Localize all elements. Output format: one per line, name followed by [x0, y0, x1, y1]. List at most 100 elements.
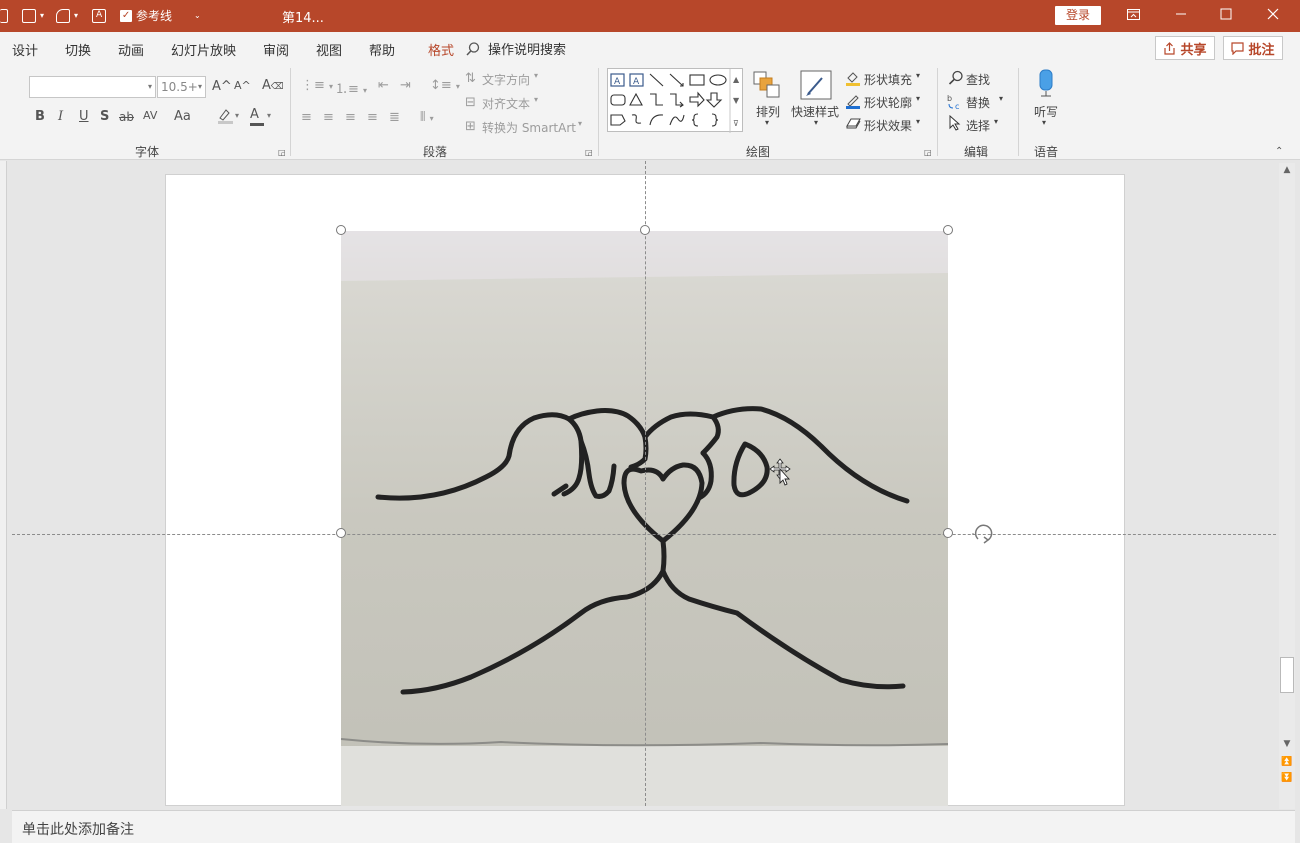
- dialog-launcher-icon[interactable]: ◲: [924, 148, 932, 157]
- shape-effects-button[interactable]: 形状效果: [864, 117, 912, 134]
- tell-me-search[interactable]: 操作说明搜索: [466, 39, 566, 58]
- align-icon[interactable]: [22, 8, 36, 23]
- line-spacing-icon[interactable]: ↕≡ ▾: [430, 78, 460, 93]
- convert-smartart-button[interactable]: 转换为 SmartArt: [482, 119, 576, 136]
- text-shadow-button[interactable]: S: [100, 109, 109, 124]
- scrollbar-thumb[interactable]: [1280, 657, 1294, 693]
- resize-handle-top-left[interactable]: [336, 225, 346, 235]
- microphone-icon[interactable]: [1036, 69, 1056, 102]
- shapes-icon: A A ▲ ▼ ⊽: [610, 69, 740, 133]
- arrange-icon[interactable]: [752, 70, 782, 103]
- chevron-down-icon: ▾: [534, 95, 539, 104]
- select-button[interactable]: 选择: [966, 117, 990, 134]
- tab-help[interactable]: 帮助: [369, 40, 395, 59]
- chevron-down-icon: ▾: [994, 117, 999, 126]
- dialog-launcher-icon[interactable]: ◲: [278, 148, 286, 157]
- chevron-down-icon: ▾: [197, 82, 202, 91]
- smartart-icon: ⊞: [465, 119, 476, 134]
- resize-handle-left[interactable]: [336, 528, 346, 538]
- font-color-icon[interactable]: A ▾: [250, 107, 271, 126]
- login-button[interactable]: 登录: [1055, 6, 1101, 25]
- align-text-button[interactable]: 对齐文本: [482, 95, 530, 112]
- font-size-combobox[interactable]: 10.5+ ▾: [157, 76, 206, 98]
- justify-icon[interactable]: ≡: [367, 110, 378, 125]
- replace-button[interactable]: 替换: [966, 94, 990, 111]
- slide-layout-icon[interactable]: [0, 8, 8, 23]
- chevron-down-icon[interactable]: ▾: [74, 11, 78, 20]
- move-cursor-icon: [769, 458, 791, 486]
- italic-button[interactable]: I: [58, 109, 63, 124]
- resize-handle-top[interactable]: [640, 225, 650, 235]
- shapes-gallery[interactable]: A A ▲ ▼ ⊽: [607, 68, 743, 133]
- tab-view[interactable]: 视图: [316, 40, 342, 59]
- guides-label: 参考线: [136, 9, 173, 23]
- numbering-icon[interactable]: ⒈≡ ▾: [335, 78, 367, 97]
- text-box-icon[interactable]: A: [92, 8, 107, 23]
- strikethrough-button[interactable]: ab: [119, 110, 134, 124]
- bullets-icon[interactable]: ⋮≡ ▾: [301, 78, 333, 93]
- tab-format[interactable]: 格式: [428, 40, 454, 59]
- font-name-combobox[interactable]: ▾: [29, 76, 156, 98]
- align-left-icon[interactable]: ≡: [301, 110, 312, 125]
- guides-checkbox[interactable]: ✓: [120, 9, 133, 22]
- font-color-glyph: A: [250, 107, 259, 122]
- text-direction-button[interactable]: 文字方向: [482, 71, 530, 88]
- comments-button[interactable]: 批注: [1223, 36, 1283, 60]
- quick-styles-icon[interactable]: [800, 70, 832, 103]
- share-label: 共享: [1180, 42, 1207, 58]
- change-case-button[interactable]: Aa: [174, 109, 191, 124]
- highlight-color-icon[interactable]: ▾: [217, 108, 241, 128]
- scroll-up-icon[interactable]: ▲: [1279, 165, 1295, 175]
- notes-pane[interactable]: 单击此处添加备注: [12, 810, 1295, 843]
- vertical-scrollbar[interactable]: ▲ ▼ ⏫ ⏬: [1279, 163, 1295, 809]
- collapse-ribbon-icon[interactable]: ⌃: [1275, 146, 1283, 157]
- clear-formatting-icon[interactable]: A⌫: [262, 78, 284, 93]
- svg-text:▼: ▼: [733, 96, 740, 105]
- resize-handle-right[interactable]: [943, 528, 953, 538]
- underline-button[interactable]: U: [79, 109, 89, 124]
- shrink-font-icon[interactable]: A^: [234, 79, 251, 92]
- decrease-indent-icon[interactable]: ⇤: [378, 78, 389, 93]
- maximize-icon[interactable]: [1203, 0, 1249, 32]
- find-icon: [948, 70, 964, 90]
- svg-text:c: c: [955, 102, 959, 111]
- ribbon-display-options-icon[interactable]: [1110, 0, 1156, 32]
- columns-icon[interactable]: ⫴ ▾: [420, 110, 434, 125]
- character-spacing-button[interactable]: AV: [143, 109, 157, 122]
- share-button[interactable]: 共享: [1155, 36, 1215, 60]
- scroll-down-icon[interactable]: ▼: [1279, 739, 1295, 749]
- chevron-down-icon: ▾: [147, 82, 152, 91]
- shape-edit-icon[interactable]: [56, 8, 71, 23]
- shape-fill-button[interactable]: 形状填充: [864, 71, 912, 88]
- thumbnail-pane-edge[interactable]: [0, 161, 7, 809]
- align-right-icon[interactable]: ≡: [345, 110, 356, 125]
- bold-button[interactable]: B: [35, 109, 45, 124]
- tab-animations[interactable]: 动画: [118, 40, 144, 59]
- chevron-down-icon: ▾: [999, 94, 1004, 103]
- find-button[interactable]: 查找: [966, 71, 990, 88]
- tab-transitions[interactable]: 切换: [65, 40, 91, 59]
- group-separator: [1018, 68, 1019, 156]
- ribbon: ▾ 10.5+ ▾ A^ A^ A⌫ B I U S ab AV Aa ▾ A …: [0, 62, 1300, 160]
- align-center-icon[interactable]: ≡: [323, 110, 334, 125]
- comment-icon: [1231, 41, 1245, 55]
- tab-review[interactable]: 审阅: [263, 40, 289, 59]
- grow-font-icon[interactable]: A^: [212, 79, 232, 94]
- dialog-launcher-icon[interactable]: ◲: [585, 148, 593, 157]
- rotate-handle-icon[interactable]: [972, 523, 994, 545]
- svg-text:A: A: [633, 77, 640, 87]
- increase-indent-icon[interactable]: ⇥: [400, 78, 411, 93]
- distributed-icon[interactable]: ≣: [389, 110, 400, 125]
- tab-slideshow[interactable]: 幻灯片放映: [171, 40, 236, 59]
- close-icon[interactable]: [1250, 0, 1296, 32]
- resize-handle-top-right[interactable]: [943, 225, 953, 235]
- tab-design[interactable]: 设计: [12, 40, 38, 59]
- horizontal-guide[interactable]: [12, 534, 1276, 535]
- customize-toolbar-icon[interactable]: ⌄: [194, 11, 201, 20]
- chevron-down-icon[interactable]: ▾: [40, 11, 44, 20]
- next-slide-icon[interactable]: ⏬: [1279, 773, 1295, 783]
- minimize-icon[interactable]: [1158, 0, 1204, 32]
- previous-slide-icon[interactable]: ⏫: [1279, 757, 1295, 767]
- vertical-guide[interactable]: [645, 161, 646, 806]
- shape-outline-button[interactable]: 形状轮廓: [864, 94, 912, 111]
